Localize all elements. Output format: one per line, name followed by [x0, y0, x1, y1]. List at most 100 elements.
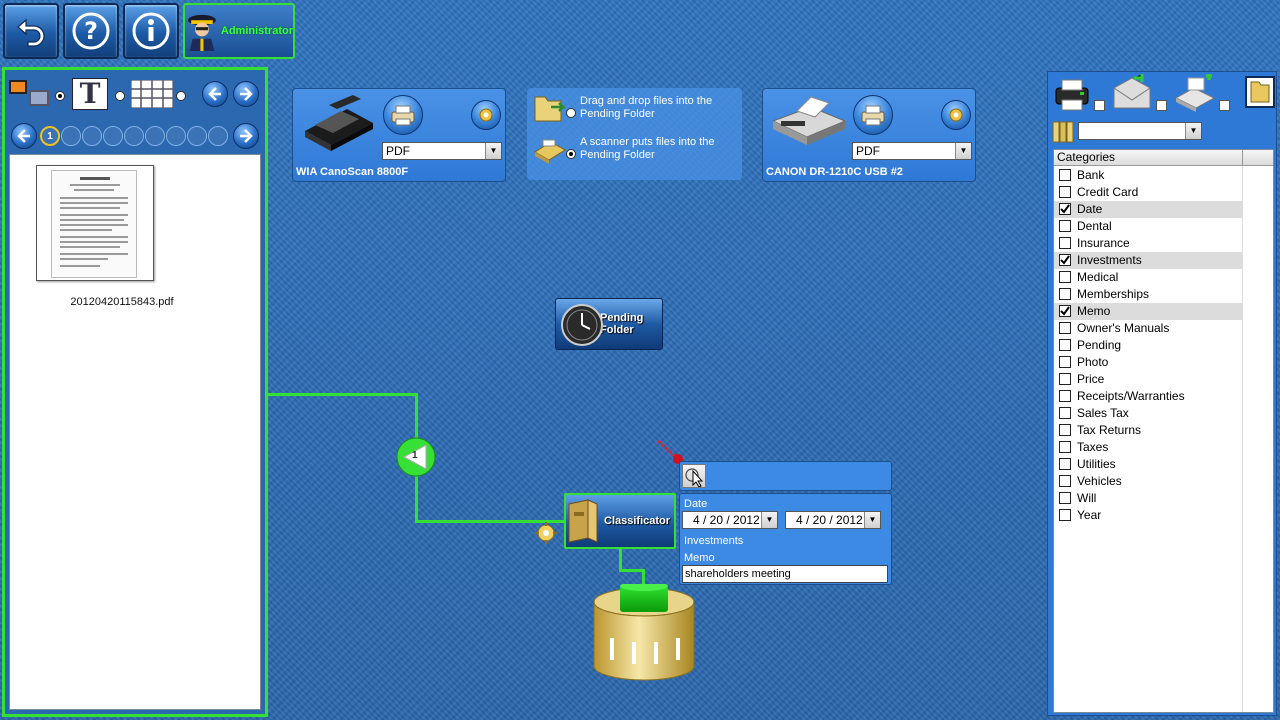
scanner-input-radio[interactable] [566, 149, 576, 159]
scanner-2-format-select[interactable]: PDF ▼ [852, 142, 972, 160]
categories-header[interactable]: Categories [1054, 150, 1273, 166]
scanner-device-1[interactable]: PDF ▼ WIA CanoScan 8800F [292, 88, 506, 182]
category-label: Tax Returns [1077, 423, 1142, 437]
category-item-taxes[interactable]: Taxes [1054, 439, 1242, 456]
category-checkbox[interactable] [1059, 390, 1071, 402]
category-checkbox[interactable] [1059, 509, 1071, 521]
help-button[interactable]: ? [63, 3, 119, 59]
category-checkbox[interactable] [1059, 339, 1071, 351]
page-indicator[interactable] [208, 126, 228, 146]
category-checkbox[interactable] [1059, 271, 1071, 283]
email-icon[interactable] [1110, 74, 1154, 112]
back-arrow-icon [17, 18, 45, 47]
category-item-date[interactable]: Date [1054, 201, 1242, 218]
text-view-icon[interactable]: T [72, 78, 108, 110]
category-item-memo[interactable]: Memo [1054, 303, 1242, 320]
fax-checkbox[interactable] [1219, 100, 1230, 111]
category-item-dental[interactable]: Dental [1054, 218, 1242, 235]
category-item-receipts-warranties[interactable]: Receipts/Warranties [1054, 388, 1242, 405]
category-checkbox[interactable] [1059, 441, 1071, 453]
date-from-picker[interactable]: 4 / 20 / 2012 ▼ [682, 511, 778, 529]
destination-folder-select[interactable]: ▼ [1078, 122, 1202, 140]
next-page-button[interactable] [233, 123, 259, 149]
flow-node[interactable]: 1 [396, 437, 436, 477]
popup-expand-button[interactable] [682, 464, 706, 488]
category-item-photo[interactable]: Photo [1054, 354, 1242, 371]
category-item-insurance[interactable]: Insurance [1054, 235, 1242, 252]
administrator-button[interactable]: Administrator [183, 3, 295, 59]
category-checkbox[interactable] [1059, 288, 1071, 300]
category-checkbox[interactable] [1059, 322, 1071, 334]
flow-line [619, 569, 644, 572]
category-item-utilities[interactable]: Utilities [1054, 456, 1242, 473]
page-indicator[interactable] [82, 126, 102, 146]
category-item-credit-card[interactable]: Credit Card [1054, 184, 1242, 201]
page-indicator-current[interactable]: 1 [40, 126, 60, 146]
memo-input[interactable]: shareholders meeting [682, 565, 888, 583]
info-button[interactable] [123, 3, 179, 59]
category-item-year[interactable]: Year [1054, 507, 1242, 524]
category-item-memberships[interactable]: Memberships [1054, 286, 1242, 303]
category-checkbox[interactable] [1059, 203, 1071, 215]
category-item-tax-returns[interactable]: Tax Returns [1054, 422, 1242, 439]
category-item-vehicles[interactable]: Vehicles [1054, 473, 1242, 490]
page-indicator[interactable] [166, 126, 186, 146]
previous-document-button[interactable] [202, 81, 228, 107]
previous-page-button[interactable] [11, 123, 37, 149]
next-document-button[interactable] [233, 81, 259, 107]
scanner-folder-icon [534, 139, 566, 164]
printer-icon[interactable] [1052, 76, 1092, 112]
page-indicator[interactable] [61, 126, 81, 146]
category-checkbox[interactable] [1059, 254, 1071, 266]
output-bin-icon[interactable] [590, 584, 698, 682]
scanner-1-format-select[interactable]: PDF ▼ [382, 142, 502, 160]
pending-folder-button[interactable]: Pending Folder [555, 298, 663, 350]
export-folder-icon[interactable] [1245, 76, 1275, 108]
category-item-medical[interactable]: Medical [1054, 269, 1242, 286]
category-checkbox[interactable] [1059, 305, 1071, 317]
page-indicator[interactable] [145, 126, 165, 146]
category-item-sales-tax[interactable]: Sales Tax [1054, 405, 1242, 422]
document-thumbnail[interactable]: 20120420115843.pdf [36, 165, 174, 308]
category-checkbox[interactable] [1059, 237, 1071, 249]
category-item-owner-s-manuals[interactable]: Owner's Manuals [1054, 320, 1242, 337]
category-checkbox[interactable] [1059, 475, 1071, 487]
category-checkbox[interactable] [1059, 424, 1071, 436]
flow-line [268, 393, 418, 396]
grid-view-radio[interactable] [176, 91, 186, 101]
classificator-settings-icon[interactable] [533, 521, 559, 545]
page-indicator[interactable] [103, 126, 123, 146]
category-item-price[interactable]: Price [1054, 371, 1242, 388]
category-item-pending[interactable]: Pending [1054, 337, 1242, 354]
page-indicator[interactable] [187, 126, 207, 146]
fax-icon[interactable] [1172, 74, 1218, 112]
category-checkbox[interactable] [1059, 373, 1071, 385]
image-view-icon[interactable] [9, 80, 51, 108]
date-to-picker[interactable]: 4 / 20 / 2012 ▼ [785, 511, 881, 529]
scanner-settings-button[interactable] [471, 100, 501, 130]
email-checkbox[interactable] [1156, 100, 1167, 111]
category-checkbox[interactable] [1059, 169, 1071, 181]
text-view-radio[interactable] [115, 91, 125, 101]
page-indicator[interactable] [124, 126, 144, 146]
category-checkbox[interactable] [1059, 356, 1071, 368]
scanner-settings-button[interactable] [941, 100, 971, 130]
printer-checkbox[interactable] [1094, 100, 1105, 111]
category-checkbox[interactable] [1059, 186, 1071, 198]
category-checkbox[interactable] [1059, 407, 1071, 419]
category-item-investments[interactable]: Investments [1054, 252, 1242, 269]
image-view-radio[interactable] [55, 91, 65, 101]
category-checkbox[interactable] [1059, 492, 1071, 504]
scan-button[interactable] [853, 95, 893, 135]
drag-drop-radio[interactable] [566, 108, 576, 118]
scan-button[interactable] [383, 95, 423, 135]
category-checkbox[interactable] [1059, 458, 1071, 470]
category-item-bank[interactable]: Bank [1054, 167, 1242, 184]
back-button[interactable] [3, 3, 59, 59]
scanner-device-2[interactable]: PDF ▼ CANON DR-1210C USB #2 [762, 88, 976, 182]
grid-view-icon[interactable] [131, 80, 173, 108]
classificator-popup-header[interactable] [679, 461, 892, 491]
category-checkbox[interactable] [1059, 220, 1071, 232]
category-item-will[interactable]: Will [1054, 490, 1242, 507]
classificator-button[interactable]: Classificator [564, 493, 676, 549]
